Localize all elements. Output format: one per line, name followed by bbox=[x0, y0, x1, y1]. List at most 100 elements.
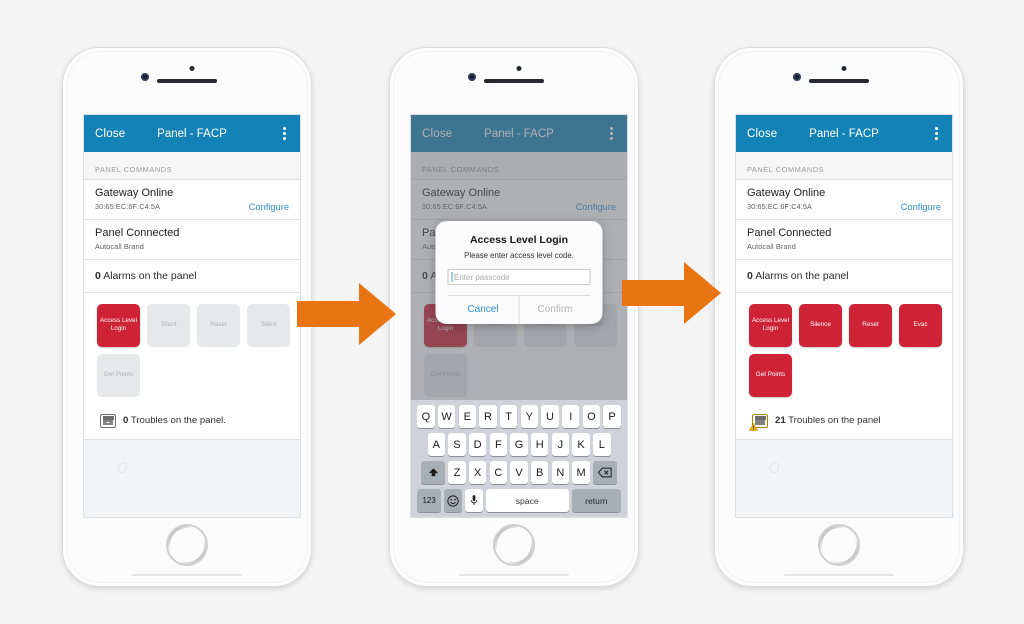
phone-device-1: Close Panel - FACP PANEL COMMANDS Gatewa… bbox=[62, 47, 312, 587]
return-key[interactable]: return bbox=[571, 489, 621, 512]
home-button-3[interactable] bbox=[818, 524, 860, 566]
app-screen-1: Close Panel - FACP PANEL COMMANDS Gatewa… bbox=[83, 114, 301, 518]
panel-brand: Autocall Brand bbox=[95, 241, 144, 251]
microphone-icon[interactable] bbox=[465, 489, 483, 512]
troubles-text-3: 21 Troubles on the panel bbox=[775, 415, 881, 426]
smiley-face-icon[interactable] bbox=[444, 489, 462, 512]
numbers-key[interactable]: 123 bbox=[417, 489, 442, 512]
key-h[interactable]: H bbox=[530, 433, 549, 456]
key-c[interactable]: C bbox=[489, 461, 508, 484]
key-i[interactable]: I bbox=[561, 405, 580, 428]
key-u[interactable]: U bbox=[541, 405, 559, 428]
flow-arrow-2 bbox=[622, 258, 722, 333]
kebab-menu-icon[interactable] bbox=[932, 124, 941, 143]
key-b[interactable]: B bbox=[530, 461, 549, 484]
backspace-delete-icon[interactable] bbox=[593, 461, 617, 484]
home-button-1[interactable] bbox=[166, 524, 208, 566]
key-e[interactable]: E bbox=[458, 405, 477, 428]
troubles-status-row-1: 0 Troubles on the panel. bbox=[84, 404, 300, 440]
section-header-panel-commands: PANEL COMMANDS bbox=[84, 152, 300, 179]
keyboard-row-1: Q W E R T Y U I O P bbox=[413, 405, 625, 428]
phone-bezel-1: Close Panel - FACP PANEL COMMANDS Gatewa… bbox=[66, 51, 308, 583]
key-q[interactable]: Q bbox=[417, 405, 435, 428]
proximity-sensor-icon bbox=[189, 66, 195, 71]
empty-area-3 bbox=[736, 439, 952, 517]
command-button-reset[interactable]: Reset bbox=[849, 303, 892, 347]
command-buttons-section-3: Access Level Login Silence Reset Evac Ge… bbox=[736, 292, 952, 405]
bottom-seam-1 bbox=[132, 574, 242, 576]
key-v[interactable]: V bbox=[510, 461, 528, 484]
key-j[interactable]: J bbox=[551, 433, 570, 456]
warning-triangle-icon bbox=[749, 422, 758, 431]
home-button-2[interactable] bbox=[493, 524, 535, 566]
list-item-panel[interactable]: Panel Connected Autocall Brand bbox=[84, 218, 300, 259]
command-button-silence[interactable]: Silence bbox=[799, 303, 842, 347]
keyboard-row-2: A S D F G H J K L bbox=[413, 433, 625, 456]
key-x[interactable]: X bbox=[468, 461, 487, 484]
command-button-reset[interactable]: Reset bbox=[197, 303, 240, 347]
close-button[interactable]: Close bbox=[747, 128, 777, 140]
keypad-warning-icon bbox=[749, 413, 768, 431]
key-w[interactable]: W bbox=[437, 405, 456, 428]
configure-link[interactable]: Configure bbox=[249, 202, 289, 212]
key-g[interactable]: G bbox=[510, 433, 528, 456]
key-l[interactable]: L bbox=[593, 433, 611, 456]
keyboard-row-3: Z X C V B N M bbox=[413, 461, 625, 484]
screen-content-3: Close Panel - FACP PANEL COMMANDS Gatewa… bbox=[736, 115, 952, 517]
navigation-bar-3: Close Panel - FACP bbox=[736, 115, 952, 152]
list-item-gateway[interactable]: Gateway Online 30:65:EC:6F:C4:5A Configu… bbox=[84, 179, 300, 219]
confirm-button: Confirm bbox=[518, 296, 591, 324]
troubles-label-1: Troubles on the panel. bbox=[130, 415, 226, 426]
key-k[interactable]: K bbox=[572, 433, 590, 456]
alarms-status-row: 0 Alarms on the panel bbox=[84, 258, 300, 293]
space-key[interactable]: space bbox=[485, 489, 569, 512]
onscreen-keyboard: Q W E R T Y U I O P A S D F G H J K L Z … bbox=[411, 400, 627, 517]
command-button-silent[interactable]: Silent bbox=[147, 303, 190, 347]
key-y[interactable]: Y bbox=[520, 405, 539, 428]
key-s[interactable]: S bbox=[448, 433, 466, 456]
bottom-seam-2 bbox=[459, 574, 569, 576]
kebab-menu-icon[interactable] bbox=[280, 124, 289, 143]
list-item-gateway[interactable]: Gateway Online 30:65:EC:6F:C4:5A Configu… bbox=[736, 179, 952, 219]
phone-device-2: Close Panel - FACP PANEL COMMANDS Gatewa… bbox=[389, 47, 639, 587]
command-button-grid-1: Access Level Login Silent Reset Silent G… bbox=[97, 303, 295, 397]
screenshot-stage: Close Panel - FACP PANEL COMMANDS Gatewa… bbox=[0, 0, 1024, 624]
key-d[interactable]: D bbox=[468, 433, 487, 456]
troubles-label-3: Troubles on the panel bbox=[788, 415, 881, 426]
front-camera-icon bbox=[141, 73, 149, 81]
command-button-silent-2[interactable]: Silent bbox=[247, 303, 290, 347]
text-caret bbox=[451, 272, 453, 282]
dialog-message: Please enter access level code. bbox=[464, 251, 574, 260]
key-z[interactable]: Z bbox=[448, 461, 466, 484]
key-r[interactable]: R bbox=[479, 405, 497, 428]
command-button-get-points[interactable]: Get Points bbox=[749, 353, 792, 397]
key-a[interactable]: A bbox=[427, 433, 445, 456]
list-item-panel[interactable]: Panel Connected Autocall Brand bbox=[736, 218, 952, 259]
phone-bezel-3: Close Panel - FACP PANEL COMMANDS Gatewa… bbox=[718, 51, 960, 583]
troubles-count-3: 21 bbox=[775, 415, 786, 426]
key-p[interactable]: P bbox=[603, 405, 621, 428]
navigation-bar-1: Close Panel - FACP bbox=[84, 115, 300, 152]
passcode-placeholder: Enter passcode bbox=[454, 272, 510, 282]
key-n[interactable]: N bbox=[551, 461, 570, 484]
dialog-title: Access Level Login bbox=[469, 234, 569, 246]
alarms-label: Alarms on the panel bbox=[103, 269, 197, 282]
key-m[interactable]: M bbox=[572, 461, 590, 484]
command-buttons-section-1: Access Level Login Silent Reset Silent G… bbox=[84, 292, 300, 405]
command-button-evac[interactable]: Evac bbox=[899, 303, 942, 347]
key-o[interactable]: O bbox=[582, 405, 601, 428]
access-level-login-dialog: Access Level Login Please enter access l… bbox=[435, 221, 603, 324]
key-t[interactable]: T bbox=[499, 405, 518, 428]
command-button-get-points[interactable]: Get Points bbox=[97, 353, 140, 397]
cancel-button[interactable]: Cancel bbox=[448, 296, 519, 324]
command-button-access-level-login[interactable]: Access Level Login bbox=[749, 303, 792, 347]
passcode-input[interactable]: Enter passcode bbox=[447, 269, 591, 285]
alarms-status-row: 0 Alarms on the panel bbox=[736, 258, 952, 293]
configure-link[interactable]: Configure bbox=[901, 202, 941, 212]
command-button-access-level-login[interactable]: Access Level Login bbox=[97, 303, 140, 347]
shift-up-arrow-icon[interactable] bbox=[421, 461, 445, 484]
key-f[interactable]: F bbox=[489, 433, 508, 456]
section-header-panel-commands: PANEL COMMANDS bbox=[736, 152, 952, 179]
close-button[interactable]: Close bbox=[95, 128, 125, 140]
gateway-title: Gateway Online bbox=[747, 187, 826, 199]
